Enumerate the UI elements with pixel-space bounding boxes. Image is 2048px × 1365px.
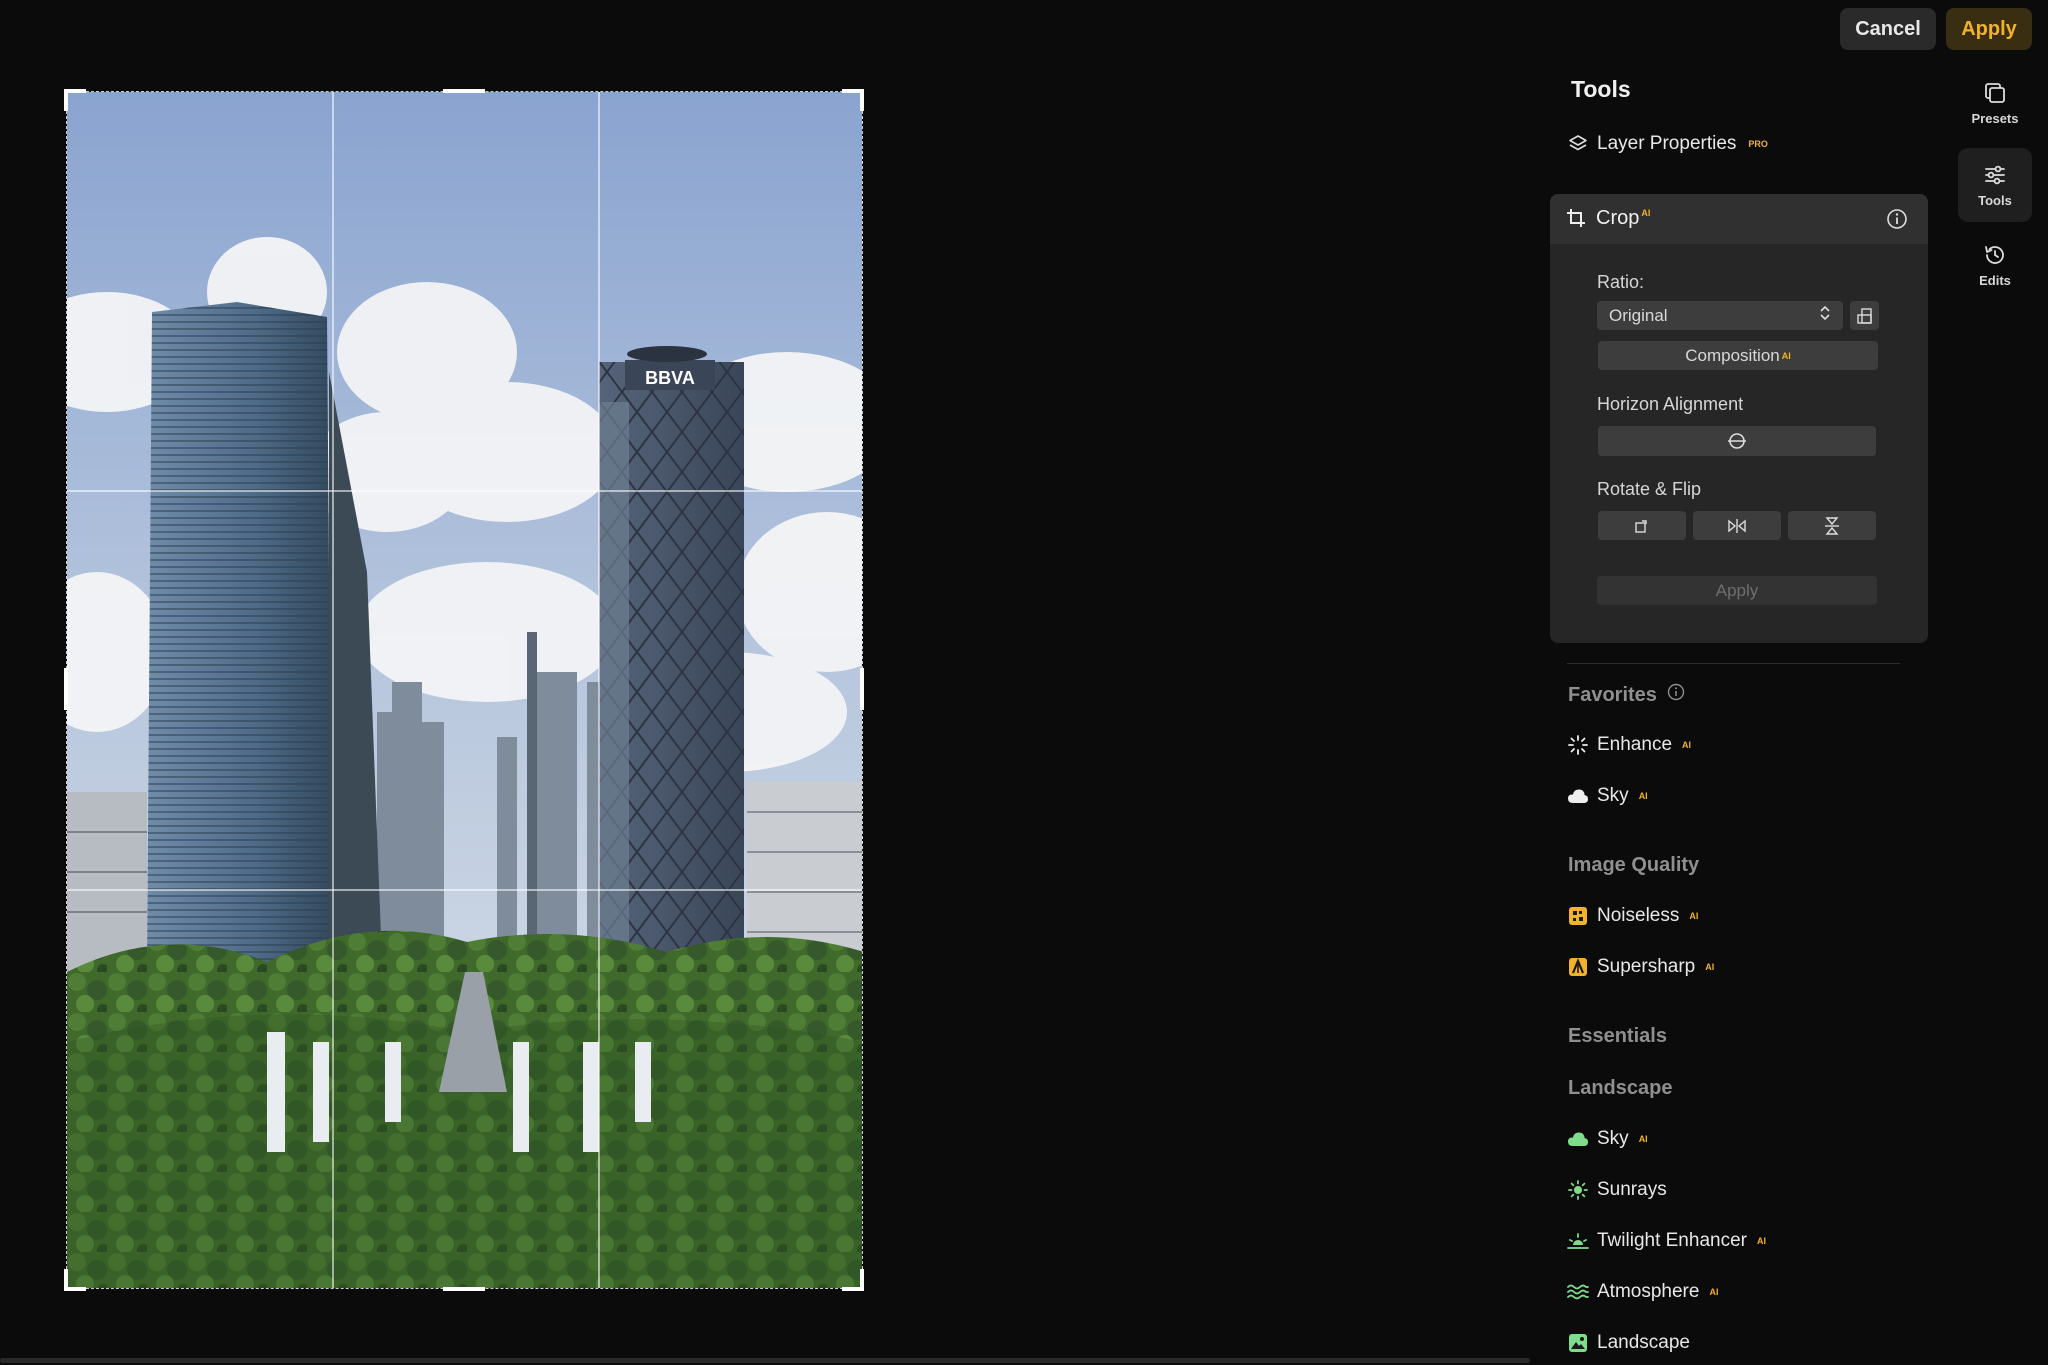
tool-noiseless[interactable]: Noiseless AI [1567, 905, 1698, 927]
history-icon [1985, 245, 2004, 264]
divider [1567, 663, 1900, 664]
horizontal-scrollbar[interactable] [0, 1358, 1530, 1363]
rotate-icon [1635, 519, 1647, 533]
image-quality-heading: Image Quality [1568, 854, 1700, 876]
rail-label: Presets [1971, 110, 2019, 126]
landscape-heading: Landscape [1568, 1077, 1673, 1099]
crop-handle-bottom-right[interactable] [842, 1269, 864, 1291]
crop-panel: Crop AI Ratio: Original Composition AI Hor… [1550, 194, 1928, 643]
orientation-toggle-button[interactable] [1850, 301, 1879, 330]
tool-atmosphere[interactable]: Atmosphere AI [1567, 1281, 1718, 1303]
layer-properties-item[interactable]: Layer Properties PRO [1567, 133, 1768, 155]
noiseless-icon [1567, 905, 1589, 927]
flip-vertical-icon [1825, 516, 1839, 535]
crop-handle-bottom[interactable] [443, 1287, 485, 1291]
crop-handle-top-left[interactable] [64, 89, 86, 111]
layer-properties-label: Layer Properties [1597, 133, 1737, 154]
crop-icon [1566, 208, 1586, 233]
waves-icon [1567, 1281, 1589, 1303]
pro-badge: PRO [1748, 139, 1768, 149]
tool-enhance[interactable]: Enhance AI [1567, 734, 1691, 756]
rail-label: Tools [1978, 192, 2012, 208]
rail-edits-button[interactable]: Edits [1958, 228, 2032, 302]
grid-line [332, 92, 334, 1288]
essentials-heading[interactable]: Essentials [1568, 1025, 1667, 1048]
horizon-alignment-button[interactable] [1598, 426, 1876, 456]
horizon-icon [1728, 433, 1746, 449]
cloud-icon [1567, 785, 1589, 807]
cancel-button[interactable]: Cancel [1840, 8, 1936, 50]
panel-title: Tools [1571, 76, 1631, 102]
crop-canvas[interactable]: BBVA [66, 91, 863, 1289]
composition-button[interactable]: Composition AI [1598, 341, 1878, 370]
crop-apply-button[interactable]: Apply [1597, 576, 1877, 605]
crop-handle-right[interactable] [860, 668, 864, 710]
rotate-button[interactable] [1598, 511, 1686, 540]
presets-icon [1985, 82, 2005, 103]
city-photo-illustration: BBVA [67, 92, 862, 1288]
chevron-updown-icon [1819, 305, 1831, 326]
grid-line [598, 92, 600, 1288]
tool-sky-favorite[interactable]: Sky AI [1567, 785, 1648, 807]
info-icon[interactable] [1667, 683, 1685, 707]
crop-title: Crop AI [1596, 207, 1651, 229]
rotate-flip-label: Rotate & Flip [1597, 479, 1702, 499]
sliders-icon [1985, 165, 2005, 184]
crop-panel-header[interactable]: Crop AI [1550, 194, 1928, 244]
flip-horizontal-button[interactable] [1693, 511, 1781, 540]
tool-supersharp[interactable]: Supersharp AI [1567, 956, 1714, 978]
rail-label: Edits [1979, 272, 2011, 288]
ratio-label: Ratio: [1597, 272, 1645, 292]
crop-handle-bottom-left[interactable] [64, 1269, 86, 1291]
tool-sunrays[interactable]: Sunrays [1567, 1179, 1667, 1201]
info-icon[interactable] [1886, 208, 1908, 235]
sunset-icon [1567, 1230, 1589, 1252]
bbva-sign: BBVA [645, 368, 695, 388]
orientation-icon [1856, 307, 1872, 324]
apply-button[interactable]: Apply [1946, 8, 2032, 50]
layers-icon [1567, 133, 1589, 155]
grid-line [67, 889, 862, 891]
horizon-alignment-label: Horizon Alignment [1597, 394, 1744, 414]
tool-twilight-enhancer[interactable]: Twilight Enhancer AI [1567, 1230, 1766, 1252]
ratio-value: Original [1609, 305, 1668, 325]
supersharp-icon [1567, 956, 1589, 978]
photo: BBVA [67, 92, 862, 1288]
flip-vertical-button[interactable] [1788, 511, 1876, 540]
landscape-image-icon [1567, 1332, 1589, 1354]
cloud-icon [1567, 1128, 1589, 1150]
tool-sky[interactable]: Sky AI [1567, 1128, 1648, 1150]
crop-handle-top-right[interactable] [842, 89, 864, 111]
ratio-select[interactable]: Original [1597, 301, 1843, 330]
sparkle-icon [1567, 734, 1589, 756]
crop-handle-left[interactable] [64, 668, 68, 710]
rail-tools-button[interactable]: Tools [1958, 148, 2032, 222]
tool-landscape[interactable]: Landscape [1567, 1332, 1690, 1354]
flip-horizontal-icon [1728, 518, 1746, 533]
favorites-heading: Favorites [1568, 683, 1685, 707]
grid-line [67, 490, 862, 492]
sun-icon [1567, 1179, 1589, 1201]
crop-handle-top[interactable] [443, 89, 485, 93]
rail-presets-button[interactable]: Presets [1958, 66, 2032, 140]
